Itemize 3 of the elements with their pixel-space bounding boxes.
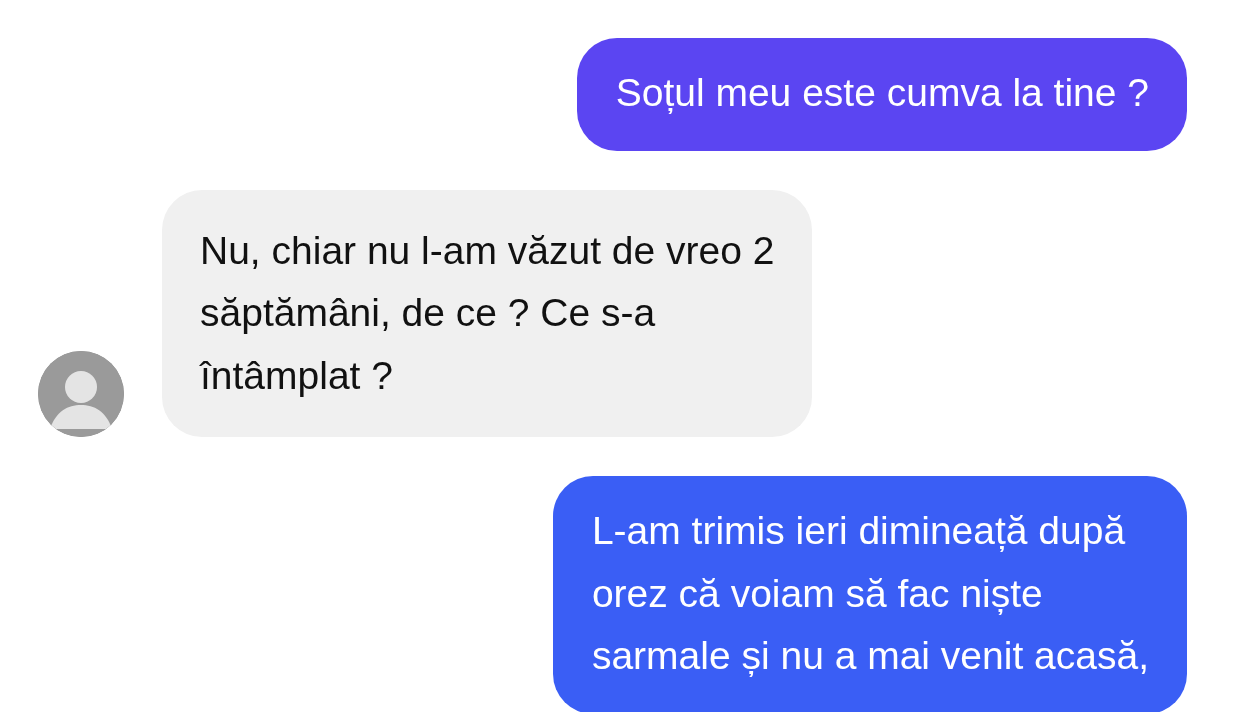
message-bubble: Nu, chiar nu l-am văzut de vreo 2 săptămâni, de ce ? Ce s-a întâmplat ?: [162, 189, 813, 437]
message-bubble: Soțul meu este cumva la tine ?: [576, 38, 1187, 151]
message-bubble: L-am trimis ieri dimineață după orez că voiam să fac niște sarmale și nu a mai venit acasă,: [552, 476, 1187, 712]
